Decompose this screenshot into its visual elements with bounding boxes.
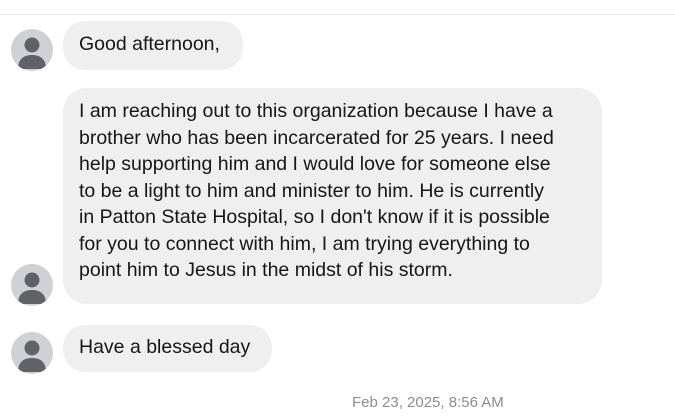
message-bubble[interactable]: Good afternoon, <box>63 21 243 70</box>
message-text-line: help supporting him and I would love for… <box>79 153 551 175</box>
message-timestamp: Feb 23, 2025, 8:56 AM <box>352 394 504 411</box>
sender-avatar-icon[interactable] <box>11 264 53 306</box>
message-text-line: to be a light to him and minister to him… <box>79 179 544 202</box>
message-text-line: brother who has been incarcerated for 25… <box>79 126 554 149</box>
message-text-line: I am reaching out to this organization b… <box>79 100 553 122</box>
chat-thread: Good afternoon, I am reaching out to thi… <box>0 0 675 419</box>
message-bubble[interactable]: Have a blessed day <box>63 325 272 372</box>
top-divider <box>0 14 675 15</box>
sender-avatar-icon[interactable] <box>11 29 53 71</box>
message-text-line: in Patton State Hospital, so I don't kno… <box>79 206 550 228</box>
message-text-line: point him to Jesus in the midst of his s… <box>79 259 453 281</box>
message-bubble[interactable]: I am reaching out to this organization b… <box>63 88 602 304</box>
message-text-line: for you to connect with him, I am trying… <box>79 232 530 255</box>
message-text: Good afternoon, <box>79 33 220 55</box>
sender-avatar-icon[interactable] <box>11 332 53 374</box>
message-text: Have a blessed day <box>79 336 251 358</box>
